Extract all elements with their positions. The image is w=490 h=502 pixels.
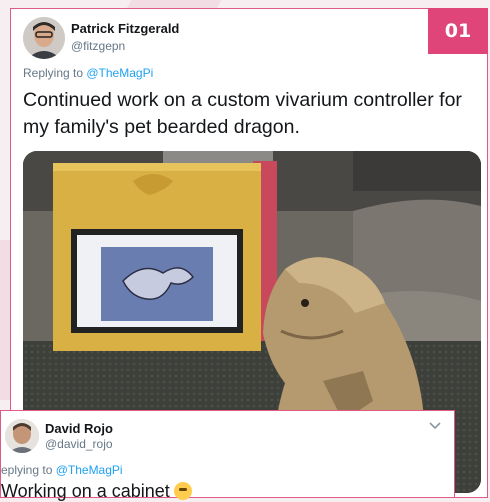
reply-author-name[interactable]: David Rojo — [45, 421, 113, 436]
reply-text: Working on a cabinet — [1, 481, 170, 501]
mention-link[interactable]: @TheMagPi — [86, 66, 153, 80]
reply-author-handle[interactable]: @david_rojo — [45, 437, 113, 451]
background-stripe — [0, 240, 10, 400]
reply-replying-to-line: eplying to @TheMagPi — [1, 463, 123, 477]
number-badge: 01 — [428, 8, 488, 54]
replying-prefix: Replying to — [23, 66, 87, 80]
avatar[interactable] — [23, 17, 65, 59]
reply-text-line: Working on a cabinet — [1, 481, 192, 502]
replying-prefix: eplying to — [1, 463, 56, 477]
author-handle[interactable]: @fitzgepn — [71, 39, 125, 53]
grimace-emoji-icon — [173, 482, 192, 500]
chevron-down-icon[interactable] — [429, 419, 441, 434]
replying-to-line: Replying to @TheMagPi — [23, 66, 153, 80]
reply-avatar[interactable] — [5, 419, 39, 453]
reply-tweet-card: David Rojo @david_rojo eplying to @TheMa… — [0, 410, 455, 501]
tweet-text: Continued work on a custom vivarium cont… — [23, 89, 462, 138]
mention-link[interactable]: @TheMagPi — [56, 463, 123, 477]
author-name[interactable]: Patrick Fitzgerald — [71, 21, 179, 36]
